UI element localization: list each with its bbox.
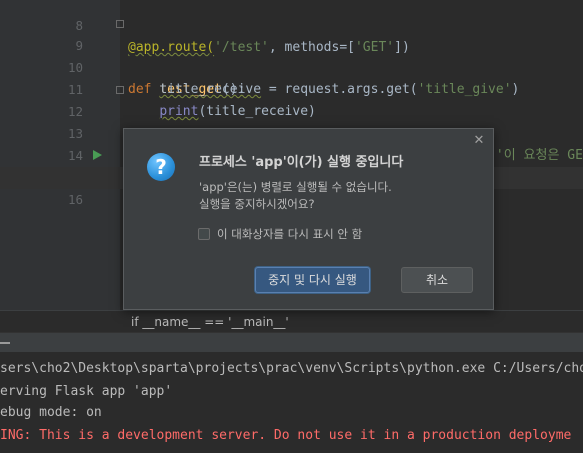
fold-marker-icon[interactable] xyxy=(116,20,124,28)
code-line[interactable]: 10 title_receive = request.args.get('tit… xyxy=(0,35,583,97)
run-gutter-icon[interactable] xyxy=(93,150,102,160)
tool-window-splitter[interactable] xyxy=(0,332,583,353)
console-line: erving Flask app 'app' xyxy=(0,384,173,399)
stop-and-rerun-button[interactable]: 중지 및 다시 실행 xyxy=(255,267,370,293)
console-error-line: ING: This is a development server. Do no… xyxy=(0,428,572,443)
dont-show-again-checkbox[interactable] xyxy=(198,228,210,240)
close-icon[interactable]: ✕ xyxy=(473,134,485,147)
dialog-message: 실행을 중지하시겠어요? xyxy=(199,197,315,211)
code-line[interactable]: 9 def test_get(): xyxy=(0,13,583,97)
code-line[interactable]: 12 return jsonify({'result':'success', '… xyxy=(0,79,583,163)
process-running-dialog: ✕ ? 프로세스 'app'이(가) 실행 중입니다 'app'은(는) 병렬로… xyxy=(123,128,494,310)
dialog-title: 프로세스 'app'이(가) 실행 중입니다 xyxy=(199,155,404,170)
breadcrumb-item[interactable]: if __name__ == '__main__' xyxy=(131,311,289,333)
fold-marker-icon[interactable] xyxy=(116,86,124,94)
cancel-button[interactable]: 취소 xyxy=(401,267,473,293)
console-line: ebug mode: on xyxy=(0,405,102,420)
question-icon: ? xyxy=(147,153,175,181)
dialog-message: 'app'은(는) 병렬로 실행될 수 없습니다. xyxy=(199,180,392,194)
console-line: sers\cho2\Desktop\sparta\projects\prac\v… xyxy=(0,361,583,376)
breadcrumb[interactable]: if __name__ == '__main__' xyxy=(0,310,583,333)
code-line[interactable]: 13 xyxy=(0,101,583,141)
run-console[interactable]: sers\cho2\Desktop\sparta\projects\prac\v… xyxy=(0,352,583,453)
dont-show-again-label[interactable]: 이 대화상자를 다시 표시 안 함 xyxy=(217,227,362,242)
code-line[interactable]: 11 print(title_receive) xyxy=(0,57,583,119)
minimize-icon[interactable] xyxy=(0,342,10,344)
line-number: 16 xyxy=(67,192,83,207)
